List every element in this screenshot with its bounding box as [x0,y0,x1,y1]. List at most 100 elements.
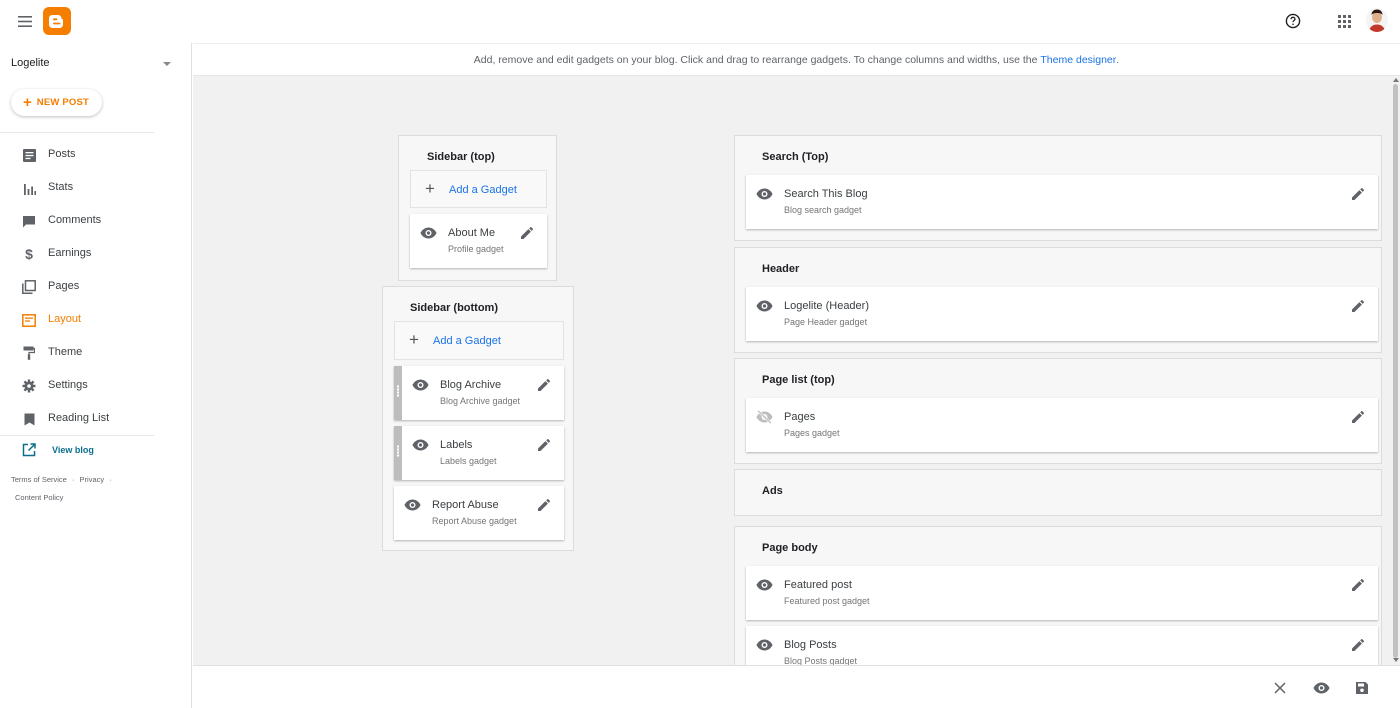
sidebar-item-layout[interactable]: Layout [0,306,192,334]
scroll-up-arrow-icon[interactable] [1393,78,1399,82]
left-navigation: Logelite + NEW POST Posts Stats Comments… [0,43,192,708]
eye-icon[interactable] [412,438,430,452]
close-icon [1274,682,1286,694]
gadget-type: Blog Posts gadget [784,656,858,665]
pencil-icon[interactable] [1351,410,1367,426]
section-title: Sidebar (bottom) [410,302,498,314]
privacy-link[interactable]: Privacy [80,475,105,484]
drag-handle[interactable] [394,366,402,420]
add-gadget-button[interactable]: + Add a Gadget [394,321,564,360]
help-icon[interactable] [1282,10,1304,32]
eye-icon[interactable] [756,299,774,313]
pencil-icon[interactable] [1351,638,1367,654]
new-post-button[interactable]: + NEW POST [11,89,102,116]
open-in-new-icon [22,443,38,459]
gadget-type: Profile gadget [448,244,504,254]
gadget-type: Blog Archive gadget [440,396,521,406]
gear-icon [21,378,37,394]
view-blog-link[interactable]: View blog [0,441,192,461]
footer-separator: · [71,475,75,484]
gadget-name: Blog Archive [440,379,502,391]
section-search-top: Search (Top) Search This Blog Blog searc… [734,135,1382,241]
gadget-type: Labels gadget [440,456,497,466]
pencil-icon[interactable] [1351,578,1367,594]
eye-icon[interactable] [404,498,422,512]
plus-icon: + [409,330,419,349]
apps-grid-icon[interactable] [1333,10,1355,32]
save-button[interactable] [1353,679,1371,697]
footer-separator: · [109,475,112,484]
sidebar-item-reading-list[interactable]: Reading List [0,405,192,433]
blog-selector[interactable]: Logelite [0,51,192,79]
nav-divider [0,435,154,436]
sidebar-item-pages[interactable]: Pages [0,273,192,301]
canvas-scrollbar[interactable] [1391,76,1400,665]
sidebar-item-label: Posts [48,148,76,160]
gadget-blog-archive[interactable]: Blog Archive Blog Archive gadget [394,366,564,420]
eye-icon[interactable] [756,187,774,201]
eye-icon[interactable] [412,378,430,392]
eye-icon[interactable] [756,638,774,652]
account-avatar[interactable] [1366,8,1388,32]
eye-icon[interactable] [756,578,774,592]
add-gadget-label: Add a Gadget [449,184,517,196]
gadget-featured-post[interactable]: Featured post Featured post gadget [746,566,1378,620]
section-sidebar-bottom: Sidebar (bottom) + Add a Gadget Blog Arc… [382,286,574,551]
gadget-pages[interactable]: Pages Pages gadget [746,398,1378,452]
layout-info-bar: Add, remove and edit gadgets on your blo… [193,43,1400,76]
pencil-icon[interactable] [537,378,553,394]
terms-link[interactable]: Terms of Service [11,475,67,484]
layout-canvas: Sidebar (top) + Add a Gadget About Me Pr… [193,76,1391,665]
section-title: Header [762,263,800,275]
eye-off-icon[interactable] [756,409,774,425]
drag-handle[interactable] [394,426,402,480]
new-post-label: NEW POST [36,97,90,108]
gadget-type: Blog search gadget [784,205,862,215]
pencil-icon[interactable] [1351,299,1367,315]
dollar-icon: $ [25,246,33,262]
gadget-search-this-blog[interactable]: Search This Blog Blog search gadget [746,175,1378,229]
gadget-type: Featured post gadget [784,596,870,606]
blogger-logo-icon[interactable] [43,7,71,35]
scroll-down-arrow-icon[interactable] [1393,658,1399,662]
add-gadget-button[interactable]: + Add a Gadget [410,170,547,208]
sidebar-item-comments[interactable]: Comments [0,207,192,235]
gadget-about-me[interactable]: About Me Profile gadget [410,214,547,268]
gadget-name: Labels [440,439,473,451]
sidebar-item-earnings[interactable]: $ Earnings [0,240,192,268]
plus-icon: + [425,179,435,198]
gadget-page-header[interactable]: Logelite (Header) Page Header gadget [746,287,1378,341]
close-button[interactable] [1271,679,1289,697]
pencil-icon[interactable] [520,226,536,242]
gadget-name: Pages [784,411,816,423]
preview-button[interactable] [1312,679,1330,697]
sidebar-item-settings[interactable]: Settings [0,372,192,400]
content-policy-link[interactable]: Content Policy [15,493,63,502]
gadget-type: Page Header gadget [784,317,868,327]
pencil-icon[interactable] [1351,187,1367,203]
sidebar-item-stats[interactable]: Stats [0,174,192,202]
scrollbar-thumb[interactable] [1393,84,1398,658]
section-title: Page body [762,542,818,554]
gadget-labels[interactable]: Labels Labels gadget [394,426,564,480]
sidebar-item-label: Layout [48,313,82,325]
sidebar-item-posts[interactable]: Posts [0,141,192,169]
hamburger-menu-icon[interactable] [14,11,36,31]
eye-icon[interactable] [420,226,438,240]
pencil-icon[interactable] [537,438,553,454]
gadget-report-abuse[interactable]: Report Abuse Report Abuse gadget [394,486,564,540]
sidebar-item-theme[interactable]: Theme [0,339,192,367]
pencil-icon[interactable] [537,498,553,514]
section-title: Sidebar (top) [427,151,495,163]
info-text: Add, remove and edit gadgets on your blo… [473,53,1041,66]
gadget-blog-posts[interactable]: Blog Posts Blog Posts gadget [746,626,1378,665]
sidebar-item-label: Comments [48,214,102,226]
section-title: Ads [762,485,783,497]
theme-designer-link[interactable]: Theme designer [1040,54,1116,66]
info-text-end: . [1116,53,1120,66]
layout-icon [21,312,37,328]
gadget-name: About Me [448,227,496,239]
top-app-bar [0,0,1400,43]
view-blog-label: View blog [52,445,94,455]
section-ads: Ads [734,469,1382,516]
